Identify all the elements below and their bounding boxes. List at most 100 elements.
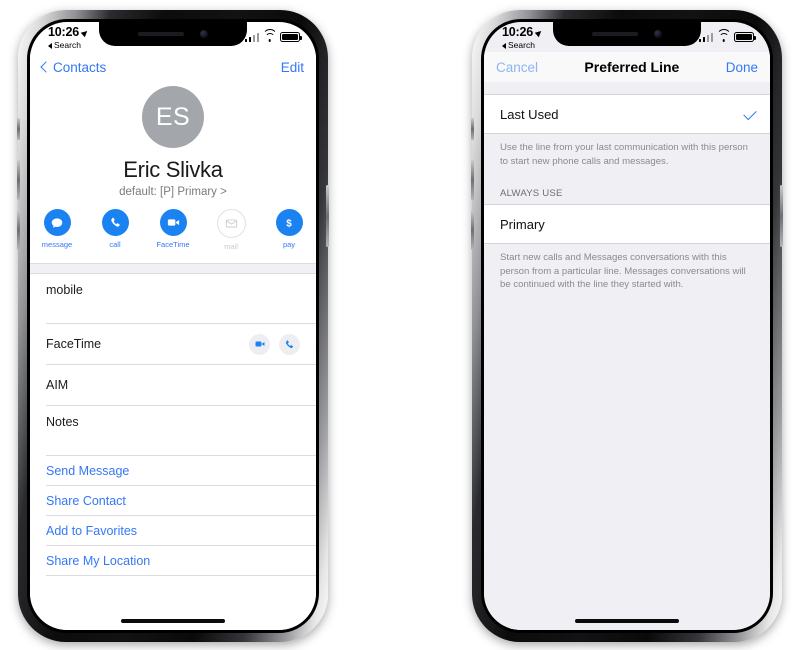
volume-down-button[interactable] — [471, 210, 474, 250]
action-call-label: call — [109, 240, 121, 249]
status-bar-left: 10:26 Search — [48, 25, 90, 51]
phone-handset-icon — [101, 209, 129, 236]
volume-up-button[interactable] — [471, 160, 474, 200]
mute-switch[interactable] — [471, 118, 474, 140]
front-camera-icon — [200, 30, 208, 38]
table-row[interactable]: AIM — [46, 365, 316, 406]
contact-detail-screen: 10:26 Search Contacts Edit ES Eric Slivk… — [30, 22, 316, 630]
quick-actions: message call FaceTime mail $ pay — [36, 209, 310, 251]
action-facetime[interactable]: FaceTime — [152, 209, 194, 251]
default-line-label[interactable]: default: [P] Primary > — [119, 186, 227, 198]
video-camera-icon[interactable] — [249, 333, 270, 355]
option-last-used[interactable]: Last Used — [484, 94, 770, 134]
row-label: AIM — [46, 378, 69, 392]
section-divider — [30, 263, 316, 274]
mute-switch[interactable] — [17, 118, 20, 140]
screenshot-stage: 10:26 Search Contacts Edit ES Eric Slivk… — [0, 0, 800, 650]
side-power-button[interactable] — [326, 185, 329, 247]
contact-scroll-view[interactable]: ES Eric Slivka default: [P] Primary > me… — [30, 82, 316, 630]
phone-handset-icon[interactable] — [279, 333, 300, 355]
top-spacer — [484, 82, 770, 94]
settings-scroll-view[interactable]: Last Used Use the line from your last co… — [484, 82, 770, 630]
device-notch — [99, 22, 247, 46]
action-facetime-label: FaceTime — [156, 240, 190, 249]
message-bubble-icon — [43, 209, 71, 236]
status-time-text: 10:26 — [48, 25, 79, 39]
earpiece-speaker-icon — [138, 32, 184, 36]
dollar-sign-icon: $ — [275, 209, 303, 236]
row-label: Notes — [46, 415, 79, 429]
row-label: mobile — [46, 283, 83, 297]
cancel-button[interactable]: Cancel — [496, 60, 538, 75]
status-bar-right — [698, 29, 756, 42]
status-bar-left: 10:26 Search — [502, 25, 544, 51]
action-message-label: message — [41, 240, 73, 249]
contact-info-list: mobile FaceTime AIM Notes Send Message S… — [30, 274, 316, 576]
cellular-signal-icon — [244, 32, 259, 42]
back-to-contacts-button[interactable]: Contacts — [40, 59, 107, 75]
contact-name: Eric Slivka — [123, 157, 223, 182]
front-camera-icon — [654, 30, 662, 38]
video-camera-icon — [159, 209, 187, 236]
table-row[interactable]: Notes — [46, 406, 316, 456]
action-mail-label: mail — [224, 242, 238, 251]
back-to-search-label: Search — [54, 40, 81, 50]
device-notch — [553, 22, 701, 46]
back-to-search-label: Search — [508, 40, 535, 50]
status-time-text: 10:26 — [502, 25, 533, 39]
row-label: FaceTime — [46, 337, 102, 351]
status-time: 10:26 — [48, 25, 90, 39]
earpiece-speaker-icon — [592, 32, 638, 36]
done-button[interactable]: Done — [726, 60, 758, 75]
battery-icon — [280, 32, 302, 42]
back-triangle-icon — [502, 42, 506, 49]
option-primary-label: Primary — [500, 216, 545, 232]
home-indicator[interactable] — [575, 619, 679, 623]
wifi-icon — [716, 29, 731, 42]
table-row[interactable]: FaceTime — [46, 324, 316, 365]
back-triangle-icon — [48, 42, 52, 49]
device-bezel: 10:26 Search — [27, 19, 319, 633]
location-arrow-icon — [534, 28, 544, 37]
back-to-search[interactable]: Search — [48, 40, 81, 51]
action-pay-label: pay — [282, 240, 296, 249]
send-message-button[interactable]: Send Message — [46, 456, 316, 486]
action-call[interactable]: call — [94, 209, 136, 251]
volume-up-button[interactable] — [17, 160, 20, 200]
edit-contact-button[interactable]: Edit — [281, 60, 304, 75]
option-last-used-label: Last Used — [500, 106, 559, 122]
volume-down-button[interactable] — [17, 210, 20, 250]
checkmark-icon — [743, 106, 757, 120]
back-to-search[interactable]: Search — [502, 40, 535, 51]
device-bezel: 10:26 Search — [481, 19, 773, 633]
home-indicator[interactable] — [121, 619, 225, 623]
always-use-footnote: Start new calls and Messages conversatio… — [500, 252, 746, 290]
location-arrow-icon — [80, 28, 90, 37]
back-button-label: Contacts — [53, 59, 107, 75]
share-contact-button[interactable]: Share Contact — [46, 486, 316, 516]
envelope-icon — [216, 209, 246, 238]
battery-icon — [734, 32, 756, 42]
iphone-device-left: 10:26 Search Contacts Edit ES Eric Slivk… — [17, 10, 329, 642]
row-actions — [249, 333, 300, 355]
avatar[interactable]: ES — [142, 86, 204, 148]
wifi-icon — [262, 29, 277, 42]
side-power-button[interactable] — [780, 185, 783, 247]
action-message[interactable]: message — [36, 209, 78, 251]
contact-header: ES Eric Slivka default: [P] Primary > me… — [30, 82, 316, 263]
table-row[interactable]: mobile — [46, 274, 316, 324]
action-pay[interactable]: $ pay — [268, 209, 310, 251]
status-bar-right — [244, 29, 302, 42]
always-use-section-header: ALWAYS USE — [500, 188, 563, 199]
share-my-location-button[interactable]: Share My Location — [46, 546, 316, 576]
navigation-bar: Cancel Preferred Line Done — [484, 52, 770, 82]
last-used-footnote: Use the line from your last communicatio… — [500, 142, 748, 167]
chevron-left-icon — [40, 61, 52, 73]
svg-text:$: $ — [286, 218, 292, 229]
preferred-line-screen: 10:26 Search Cancel Preferred Line Done … — [484, 22, 770, 630]
add-to-favorites-button[interactable]: Add to Favorites — [46, 516, 316, 546]
cellular-signal-icon — [698, 32, 713, 42]
option-primary[interactable]: Primary — [484, 204, 770, 244]
page-title: Preferred Line — [584, 59, 680, 75]
status-time: 10:26 — [502, 25, 544, 39]
